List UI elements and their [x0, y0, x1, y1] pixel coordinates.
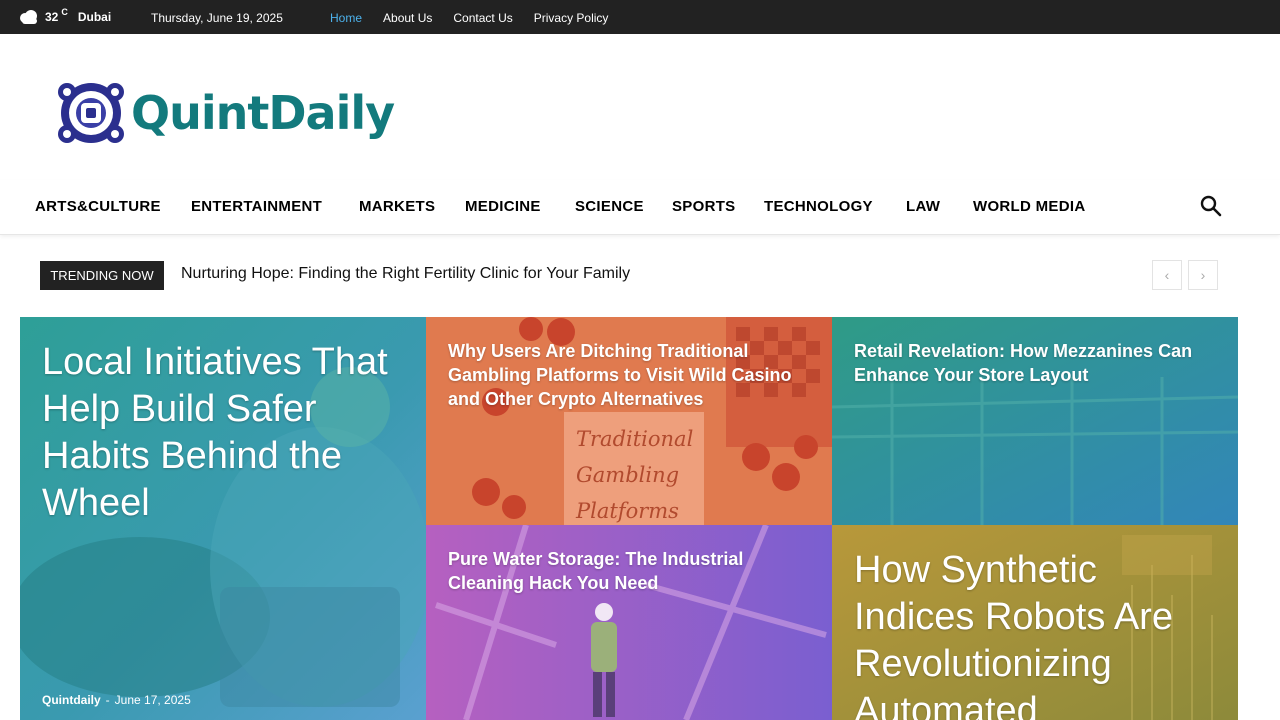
top-link-contact[interactable]: Contact Us: [453, 11, 512, 25]
post-title[interactable]: Why Users Are Ditching Traditional Gambl…: [448, 339, 810, 411]
logo-emblem-icon: [58, 83, 124, 143]
main-navigation: ARTS&CULTURE ENTERTAINMENT MARKETS MEDIC…: [0, 180, 1280, 235]
nav-item-entertainment[interactable]: ENTERTAINMENT: [191, 198, 322, 215]
nav-item-technology[interactable]: TECHNOLOGY: [764, 198, 873, 215]
image-caption-line: Traditional: [576, 427, 694, 451]
top-menu: Home About Us Contact Us Privacy Policy: [330, 11, 608, 25]
current-date: Thursday, June 19, 2025: [151, 11, 283, 25]
temperature: 32: [45, 10, 59, 24]
post-title[interactable]: Local Initiatives That Help Build Safer …: [42, 339, 404, 527]
top-link-privacy[interactable]: Privacy Policy: [534, 11, 609, 25]
image-caption: Traditional Gambling Platforms: [576, 421, 693, 525]
search-icon[interactable]: [1199, 194, 1223, 218]
image-caption-line: Platforms: [576, 499, 679, 523]
chevron-right-icon: ›: [1200, 267, 1206, 283]
nav-item-markets[interactable]: MARKETS: [359, 198, 435, 215]
image-caption-line: Gambling: [576, 463, 680, 487]
trending-label: TRENDING NOW: [40, 261, 164, 290]
nav-item-law[interactable]: LAW: [906, 198, 940, 215]
nav-item-sports[interactable]: SPORTS: [672, 198, 735, 215]
top-link-home[interactable]: Home: [330, 11, 362, 25]
top-bar: 32 C Dubai Thursday, June 19, 2025 Home …: [0, 0, 1280, 34]
weather-widget: 32 C Dubai: [19, 7, 112, 24]
post-meta: Quintdaily - June 17, 2025: [42, 693, 191, 707]
cloud-icon: [20, 10, 37, 24]
nav-item-arts-culture[interactable]: ARTS&CULTURE: [35, 198, 161, 215]
post-date: June 17, 2025: [114, 693, 191, 707]
post-title[interactable]: Retail Revelation: How Mezzanines Can En…: [854, 339, 1216, 387]
chevron-left-icon: ‹: [1164, 267, 1170, 283]
featured-post[interactable]: Retail Revelation: How Mezzanines Can En…: [832, 317, 1238, 525]
nav-item-science[interactable]: SCIENCE: [575, 198, 644, 215]
temperature-unit: C: [61, 7, 68, 17]
featured-post[interactable]: Why Users Are Ditching Traditional Gambl…: [426, 317, 832, 525]
featured-post[interactable]: How Synthetic Indices Robots Are Revolut…: [832, 525, 1238, 720]
post-title[interactable]: Pure Water Storage: The Industrial Clean…: [448, 547, 810, 595]
trending-headline[interactable]: Nurturing Hope: Finding the Right Fertil…: [181, 265, 630, 283]
top-link-about[interactable]: About Us: [383, 11, 432, 25]
post-author[interactable]: Quintdaily: [42, 693, 101, 707]
site-logo[interactable]: QuintDaily: [53, 80, 395, 146]
trending-next-button[interactable]: ›: [1188, 260, 1218, 290]
post-title[interactable]: How Synthetic Indices Robots Are Revolut…: [854, 547, 1216, 720]
featured-post[interactable]: Pure Water Storage: The Industrial Clean…: [426, 525, 832, 720]
logo-wordmark: QuintDaily: [131, 86, 395, 140]
nav-item-world-media[interactable]: WORLD MEDIA: [973, 198, 1085, 215]
trending-prev-button[interactable]: ‹: [1152, 260, 1182, 290]
weather-city: Dubai: [77, 10, 112, 24]
meta-separator: -: [105, 693, 110, 707]
featured-post-large[interactable]: Local Initiatives That Help Build Safer …: [20, 317, 426, 720]
nav-item-medicine[interactable]: MEDICINE: [465, 198, 541, 215]
